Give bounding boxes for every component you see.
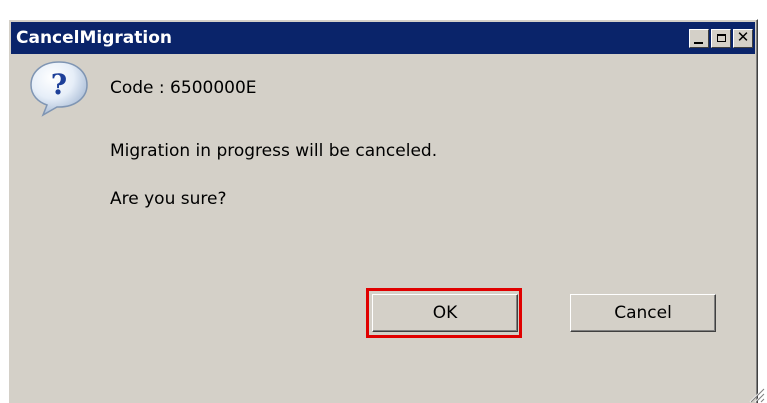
- highlight-annotation: [366, 288, 522, 338]
- dialog-window: CancelMigration ✕: [8, 19, 758, 403]
- title-bar[interactable]: CancelMigration ✕: [11, 22, 755, 54]
- window-title: CancelMigration: [16, 28, 172, 48]
- question-icon: ?: [30, 61, 88, 117]
- close-button[interactable]: ✕: [733, 28, 753, 48]
- svg-text:?: ?: [51, 68, 67, 101]
- minimize-button[interactable]: [689, 28, 709, 48]
- confirm-question-text: Are you sure?: [110, 189, 227, 209]
- minimize-icon: [694, 41, 703, 44]
- maximize-icon: [716, 34, 726, 42]
- close-icon: ✕: [736, 28, 750, 46]
- cancel-button[interactable]: Cancel: [570, 294, 716, 332]
- error-code-text: Code : 6500000E: [110, 78, 257, 98]
- message-text: Migration in progress will be canceled.: [110, 141, 438, 161]
- maximize-button[interactable]: [711, 28, 731, 48]
- resize-grip-icon[interactable]: [747, 385, 765, 403]
